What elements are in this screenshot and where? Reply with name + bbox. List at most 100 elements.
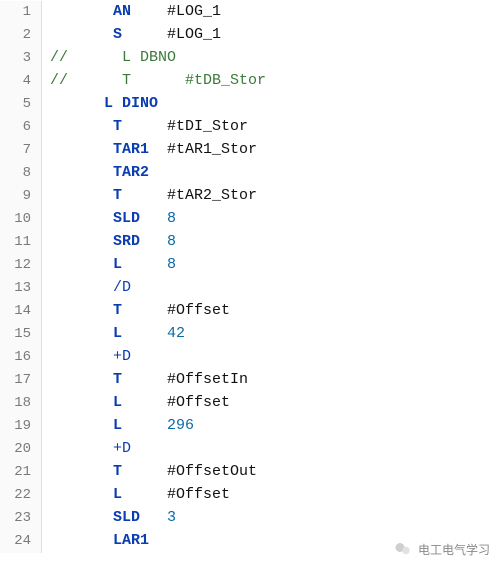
code-content[interactable]: L#Offset: [42, 483, 230, 506]
code-line[interactable]: 17 T#OffsetIn: [0, 368, 500, 391]
code-content[interactable]: TAR2: [42, 161, 167, 184]
operand: #LOG_1: [167, 0, 221, 23]
line-number: 6: [0, 116, 42, 139]
code-content[interactable]: // L DBNO: [42, 46, 176, 69]
opcode: SLD: [113, 207, 167, 230]
indent: [50, 138, 113, 161]
operand: #LOG_1: [167, 23, 221, 46]
code-content[interactable]: T#tDI_Stor: [42, 115, 248, 138]
operand: 3: [167, 506, 176, 529]
code-line[interactable]: 13 /D: [0, 276, 500, 299]
opcode: L: [113, 391, 167, 414]
code-content[interactable]: T#tAR2_Stor: [42, 184, 257, 207]
opcode: T: [113, 115, 167, 138]
code-content[interactable]: L296: [42, 414, 194, 437]
line-number: 5: [0, 93, 42, 116]
code-content[interactable]: L42: [42, 322, 185, 345]
code-line[interactable]: 9 T#tAR2_Stor: [0, 184, 500, 207]
code-line[interactable]: 11 SRD8: [0, 230, 500, 253]
opcode: SLD: [113, 506, 167, 529]
code-line[interactable]: 16 +D: [0, 345, 500, 368]
opcode: L: [113, 253, 167, 276]
indent: [50, 161, 113, 184]
code-content[interactable]: L DINO: [42, 92, 158, 115]
code-line[interactable]: 2 S#LOG_1: [0, 23, 500, 46]
code-content[interactable]: SLD3: [42, 506, 176, 529]
opcode: /D: [113, 276, 167, 299]
comment-text: // T #tDB_Stor: [50, 69, 266, 92]
line-number: 21: [0, 461, 42, 484]
indent: [50, 276, 113, 299]
line-number: 8: [0, 162, 42, 185]
opcode: T: [113, 299, 167, 322]
wechat-icon: [394, 540, 412, 558]
indent: [50, 0, 113, 23]
operand: 8: [167, 253, 176, 276]
line-number: 11: [0, 231, 42, 254]
code-line[interactable]: 15 L42: [0, 322, 500, 345]
line-number: 10: [0, 208, 42, 231]
code-content[interactable]: TAR1#tAR1_Stor: [42, 138, 257, 161]
code-line[interactable]: 3 // L DBNO: [0, 46, 500, 69]
indent: [50, 207, 113, 230]
code-content[interactable]: SRD8: [42, 230, 176, 253]
code-line[interactable]: 18 L#Offset: [0, 391, 500, 414]
code-content[interactable]: T#OffsetOut: [42, 460, 257, 483]
code-content[interactable]: L#Offset: [42, 391, 230, 414]
code-line[interactable]: 19 L296: [0, 414, 500, 437]
code-line[interactable]: 12 L8: [0, 253, 500, 276]
code-content[interactable]: LAR1: [42, 529, 167, 552]
code-line[interactable]: 7 TAR1#tAR1_Stor: [0, 138, 500, 161]
indent: [50, 483, 113, 506]
code-line[interactable]: 10 SLD8: [0, 207, 500, 230]
code-content[interactable]: T#OffsetIn: [42, 368, 248, 391]
code-content[interactable]: /D: [42, 276, 167, 299]
opcode: T: [113, 184, 167, 207]
line-number: 17: [0, 369, 42, 392]
operand: #tDI_Stor: [167, 115, 248, 138]
operand: #Offset: [167, 299, 230, 322]
indent: [50, 506, 113, 529]
line-number: 22: [0, 484, 42, 507]
code-content[interactable]: S#LOG_1: [42, 23, 221, 46]
code-content[interactable]: // T #tDB_Stor: [42, 69, 266, 92]
line-number: 16: [0, 346, 42, 369]
code-line[interactable]: 22 L#Offset: [0, 483, 500, 506]
code-line[interactable]: 20 +D: [0, 437, 500, 460]
opcode: L DINO: [104, 92, 158, 115]
code-content[interactable]: AN#LOG_1: [42, 0, 221, 23]
line-number: 12: [0, 254, 42, 277]
code-line[interactable]: 23 SLD3: [0, 506, 500, 529]
opcode: +D: [113, 437, 167, 460]
code-content[interactable]: T#Offset: [42, 299, 230, 322]
code-line[interactable]: 1 AN#LOG_1: [0, 0, 500, 23]
opcode: +D: [113, 345, 167, 368]
line-number: 15: [0, 323, 42, 346]
code-line[interactable]: 4// T #tDB_Stor: [0, 69, 500, 92]
code-content[interactable]: +D: [42, 437, 167, 460]
code-line[interactable]: 6 T#tDI_Stor: [0, 115, 500, 138]
operand: #Offset: [167, 483, 230, 506]
code-line[interactable]: 8 TAR2: [0, 161, 500, 184]
line-number: 3: [0, 47, 42, 70]
watermark-text: 电工电气学习: [418, 541, 490, 558]
code-content[interactable]: +D: [42, 345, 167, 368]
indent: [50, 23, 113, 46]
operand: #tAR2_Stor: [167, 184, 257, 207]
operand: #OffsetOut: [167, 460, 257, 483]
code-editor[interactable]: 1 AN#LOG_12 S#LOG_13// L DBNO4// T #tDB_…: [0, 0, 500, 566]
code-line[interactable]: 21 T#OffsetOut: [0, 460, 500, 483]
code-content[interactable]: L8: [42, 253, 176, 276]
indent: [50, 368, 113, 391]
operand: #tAR1_Stor: [167, 138, 257, 161]
opcode: L: [113, 322, 167, 345]
indent: [50, 299, 113, 322]
opcode: S: [113, 23, 167, 46]
code-line[interactable]: 5 L DINO: [0, 92, 500, 115]
code-content[interactable]: SLD8: [42, 207, 176, 230]
operand: #Offset: [167, 391, 230, 414]
comment-text: // L DBNO: [50, 46, 176, 69]
indent: [50, 92, 104, 115]
code-line[interactable]: 14 T#Offset: [0, 299, 500, 322]
indent: [50, 529, 113, 552]
